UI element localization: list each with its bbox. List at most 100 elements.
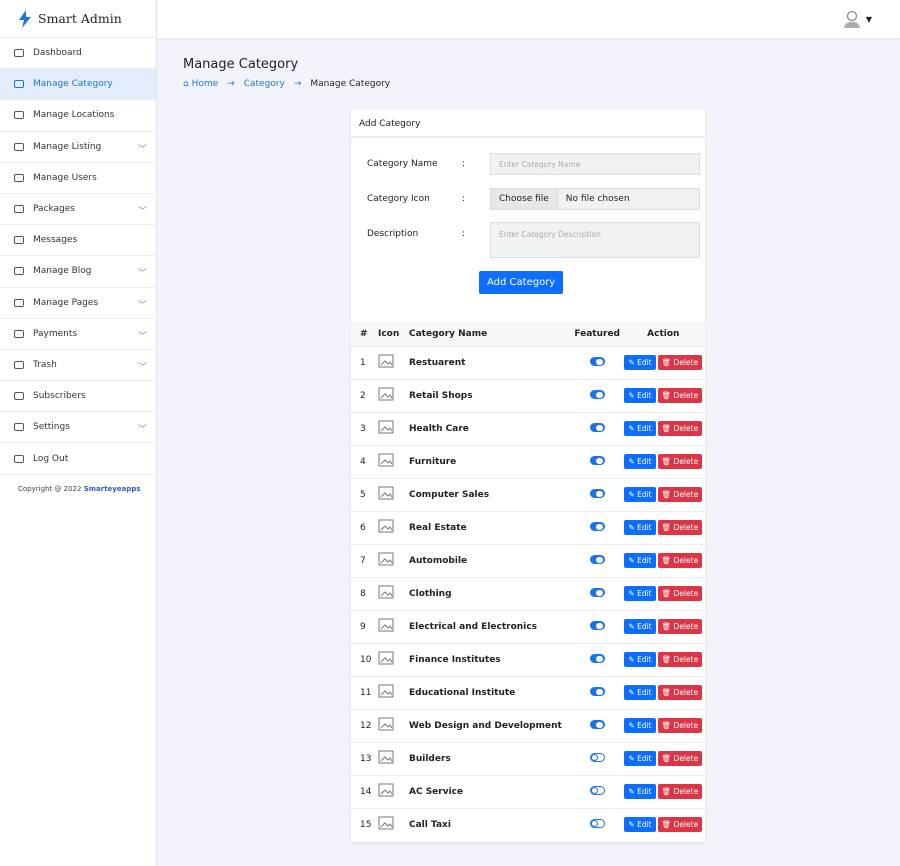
choose-file-button[interactable]: Choose file <box>491 189 558 209</box>
edit-button[interactable]: ✎ Edit <box>624 454 656 469</box>
delete-button[interactable]: 🗑 Delete <box>657 652 703 667</box>
delete-button[interactable]: 🗑 Delete <box>657 421 703 436</box>
featured-toggle[interactable] <box>589 422 605 432</box>
category-icon-file-input[interactable]: Choose file No file chosen <box>490 188 700 210</box>
sidebar-item-settings[interactable]: Settings ﹀ <box>0 412 156 444</box>
delete-button[interactable]: 🗑 Delete <box>657 454 703 469</box>
table-row: 2 Retail Shops ✎ Edit 🗑 Delete <box>351 378 705 412</box>
chevron-down-icon[interactable]: ﹀ <box>138 298 147 311</box>
breadcrumb-home[interactable]: ⌂ Home <box>183 79 218 89</box>
add-category-button[interactable]: Add Category <box>479 271 564 294</box>
chevron-down-icon[interactable]: ﹀ <box>138 422 147 435</box>
sidebar-item-label: Payments <box>33 328 78 339</box>
delete-button[interactable]: 🗑 Delete <box>657 586 703 601</box>
chevron-down-icon[interactable]: ﹀ <box>138 329 147 342</box>
description-textarea[interactable]: Enter Category Description <box>490 222 700 258</box>
sidebar-item-manage-blog[interactable]: Manage Blog ﹀ <box>0 256 156 288</box>
delete-button[interactable]: 🗑 Delete <box>657 355 703 370</box>
featured-toggle[interactable] <box>589 521 605 531</box>
chevron-down-icon[interactable]: ﹀ <box>138 360 147 373</box>
delete-label: Delete <box>673 391 699 400</box>
edit-button[interactable]: ✎ Edit <box>624 817 656 833</box>
copyright-link[interactable]: Smarteyeapps <box>84 485 141 493</box>
chevron-down-icon[interactable]: ﹀ <box>138 142 147 155</box>
sidebar-item-payments[interactable]: Payments ﹀ <box>0 319 156 350</box>
brand-name: Smart Admin <box>38 11 122 26</box>
edit-button[interactable]: ✎ Edit <box>624 388 656 403</box>
featured-toggle[interactable] <box>589 587 605 597</box>
featured-toggle[interactable] <box>589 455 605 465</box>
featured-toggle[interactable] <box>589 356 605 366</box>
breadcrumb-category[interactable]: Category <box>244 79 285 89</box>
trash-icon: 🗑 <box>661 490 672 499</box>
edit-button[interactable]: ✎ Edit <box>624 718 656 733</box>
sidebar-item-subscribers[interactable]: Subscribers <box>0 381 156 413</box>
delete-button[interactable]: 🗑 Delete <box>657 817 703 833</box>
delete-button[interactable]: 🗑 Delete <box>657 388 703 403</box>
delete-button[interactable]: 🗑 Delete <box>657 718 703 733</box>
colon: : <box>462 194 466 204</box>
category-name: AC Service <box>409 774 573 808</box>
featured-toggle[interactable] <box>589 488 605 498</box>
edit-button[interactable]: ✎ Edit <box>624 421 656 436</box>
gear-icon <box>12 420 26 434</box>
sidebar-item-dashboard[interactable]: Dashboard <box>0 38 156 70</box>
sidebar-item-manage-category[interactable]: Manage Category <box>0 69 156 101</box>
arrow-right-icon: → <box>293 79 302 89</box>
sidebar-item-packages[interactable]: Packages ﹀ <box>0 194 156 226</box>
edit-button[interactable]: ✎ Edit <box>624 619 656 634</box>
trash-icon: 🗑 <box>661 787 672 796</box>
edit-button[interactable]: ✎ Edit <box>624 487 656 502</box>
edit-button[interactable]: ✎ Edit <box>624 520 656 535</box>
delete-button[interactable]: 🗑 Delete <box>657 784 703 799</box>
sidebar-item-manage-listing[interactable]: Manage Listing ﹀ <box>0 132 156 163</box>
featured-toggle[interactable] <box>589 818 605 828</box>
edit-label: Edit <box>637 622 652 631</box>
category-name: Builders <box>409 741 573 775</box>
sidebar-item-label: Log Out <box>33 453 69 464</box>
edit-button[interactable]: ✎ Edit <box>624 553 656 568</box>
sidebar-item-messages[interactable]: Messages <box>0 225 156 257</box>
user-avatar-icon <box>843 10 860 28</box>
edit-button[interactable]: ✎ Edit <box>624 784 656 799</box>
edit-button[interactable]: ✎ Edit <box>624 685 656 700</box>
delete-button[interactable]: 🗑 Delete <box>657 751 703 766</box>
featured-toggle[interactable] <box>589 785 605 795</box>
sidebar-item-log-out[interactable]: Log Out <box>0 443 156 475</box>
row-number: 1 <box>351 345 378 379</box>
delete-button[interactable]: 🗑 Delete <box>657 487 703 502</box>
card-title: Add Category <box>351 109 705 138</box>
category-name: Computer Sales <box>409 477 573 511</box>
delete-button[interactable]: 🗑 Delete <box>657 520 703 535</box>
sidebar-item-manage-locations[interactable]: Manage Locations <box>0 100 156 132</box>
featured-toggle[interactable] <box>589 554 605 564</box>
edit-button[interactable]: ✎ Edit <box>624 652 656 667</box>
sidebar-item-manage-pages[interactable]: Manage Pages ﹀ <box>0 288 156 319</box>
edit-icon: ✎ <box>628 688 635 697</box>
chevron-down-icon[interactable]: ﹀ <box>138 266 147 279</box>
featured-toggle[interactable] <box>589 389 605 399</box>
featured-toggle[interactable] <box>589 752 605 762</box>
edit-button[interactable]: ✎ Edit <box>624 751 656 766</box>
delete-button[interactable]: 🗑 Delete <box>657 685 703 700</box>
table-row: 3 Health Care ✎ Edit 🗑 Delete <box>351 411 705 445</box>
sidebar-item-trash[interactable]: Trash ﹀ <box>0 350 156 382</box>
row-number: 10 <box>351 642 378 676</box>
delete-button[interactable]: 🗑 Delete <box>657 553 703 568</box>
edit-button[interactable]: ✎ Edit <box>624 586 656 601</box>
sidebar-item-label: Manage Blog <box>33 266 92 277</box>
brand[interactable]: Smart Admin <box>0 0 156 38</box>
featured-toggle[interactable] <box>589 686 605 696</box>
featured-toggle[interactable] <box>589 653 605 663</box>
category-image-icon <box>378 387 394 404</box>
edit-button[interactable]: ✎ Edit <box>624 355 656 370</box>
delete-button[interactable]: 🗑 Delete <box>657 619 703 634</box>
category-name-input[interactable]: Enter Category Name <box>490 153 700 175</box>
featured-toggle[interactable] <box>589 620 605 630</box>
category-name: Educational Institute <box>409 675 573 709</box>
user-menu[interactable]: ▼ <box>842 9 872 29</box>
chevron-down-icon[interactable]: ﹀ <box>138 204 147 217</box>
featured-toggle[interactable] <box>589 719 605 729</box>
category-image-icon <box>378 750 394 767</box>
sidebar-item-manage-users[interactable]: Manage Users <box>0 163 156 194</box>
